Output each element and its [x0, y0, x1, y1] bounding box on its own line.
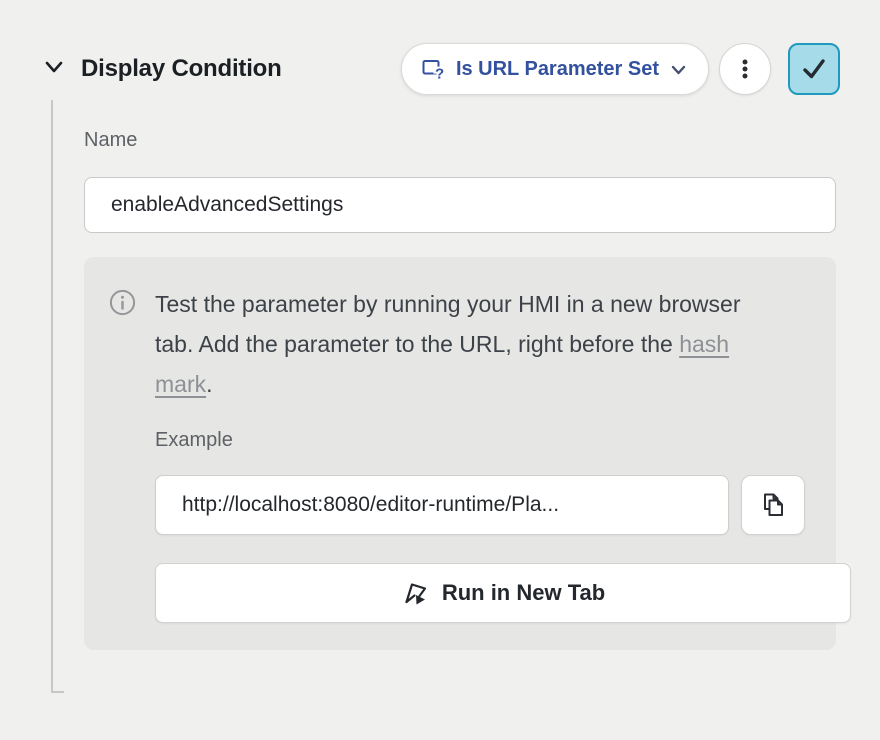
info-icon — [109, 289, 136, 404]
section-collapse-toggle[interactable] — [40, 55, 68, 83]
name-label: Name — [84, 128, 836, 152]
checkmark-icon — [799, 54, 829, 84]
section-title: Display Condition — [81, 55, 282, 83]
more-options-button[interactable] — [719, 43, 771, 95]
example-label: Example — [155, 428, 805, 452]
chevron-down-icon — [669, 60, 688, 79]
vertical-ellipsis-icon — [732, 56, 758, 82]
note-text-before: Test the parameter by running your HMI i… — [155, 291, 741, 357]
example-url-input[interactable] — [155, 475, 729, 535]
tree-indent-line — [51, 100, 64, 693]
run-in-new-tab-button[interactable]: Run in New Tab — [155, 563, 851, 623]
condition-enabled-checkbox[interactable] — [788, 43, 840, 95]
info-panel: Test the parameter by running your HMI i… — [84, 257, 836, 650]
copy-icon — [758, 490, 788, 520]
name-input[interactable] — [84, 177, 836, 233]
condition-type-label: Is URL Parameter Set — [456, 58, 659, 81]
note-text-after: . — [206, 371, 212, 397]
note-text: Test the parameter by running your HMI i… — [155, 284, 755, 404]
run-icon — [401, 579, 430, 608]
section-header: Display Condition ? Is URL Parameter Set — [0, 0, 880, 95]
chevron-down-icon — [42, 55, 66, 84]
condition-form: Name Test the parameter by running your … — [84, 128, 836, 650]
svg-text:?: ? — [435, 66, 444, 83]
url-parameter-icon: ? — [420, 56, 446, 82]
copy-url-button[interactable] — [741, 475, 805, 535]
run-button-label: Run in New Tab — [442, 580, 605, 606]
condition-type-dropdown[interactable]: ? Is URL Parameter Set — [401, 43, 709, 95]
